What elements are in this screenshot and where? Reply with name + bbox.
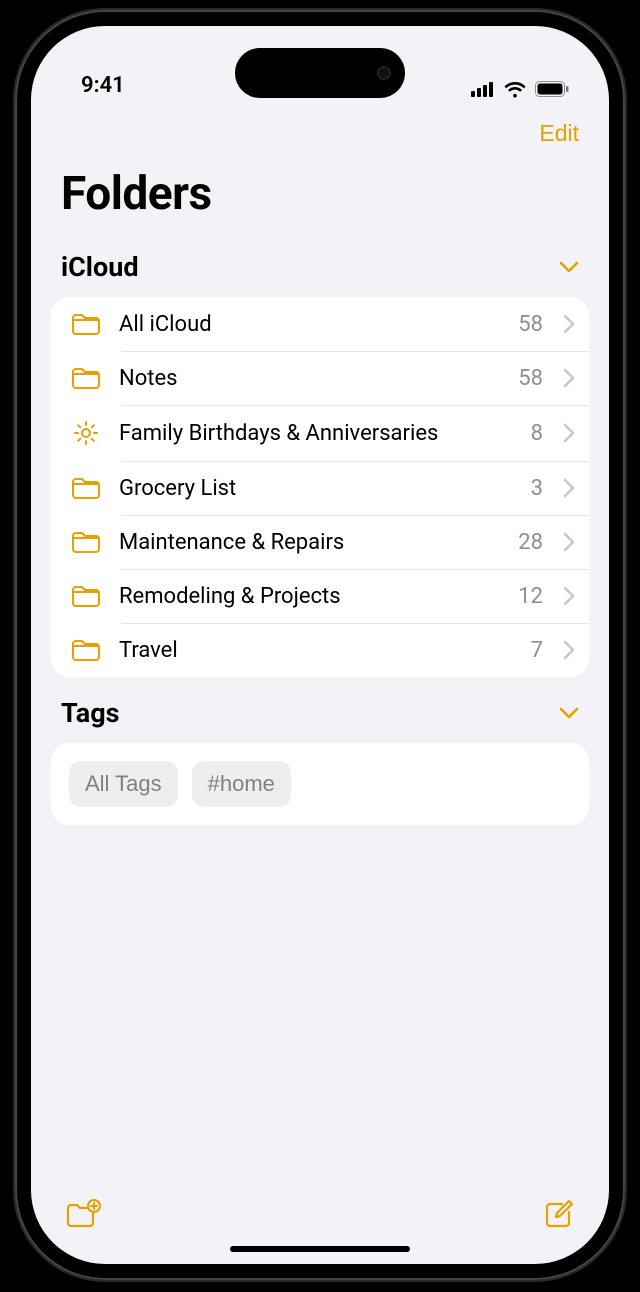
section-header-icloud[interactable]: iCloud xyxy=(31,231,609,289)
folder-count: 28 xyxy=(518,530,543,555)
folder-row[interactable]: All iCloud 58 xyxy=(51,297,589,351)
folder-count: 58 xyxy=(518,366,543,391)
dynamic-island xyxy=(235,48,405,98)
folder-row[interactable]: Maintenance & Repairs 28 xyxy=(51,515,589,569)
cellular-icon xyxy=(471,81,495,97)
folder-count: 8 xyxy=(531,421,543,446)
folder-row[interactable]: Travel 7 xyxy=(51,623,589,677)
gear-icon xyxy=(69,419,103,447)
folder-icon xyxy=(69,583,103,609)
tag-chip[interactable]: #home xyxy=(192,761,291,807)
page-title: Folders xyxy=(31,147,609,231)
folder-label: Remodeling & Projects xyxy=(119,584,502,609)
folder-label: All iCloud xyxy=(119,312,502,337)
folder-label: Notes xyxy=(119,366,502,391)
folder-row[interactable]: Grocery List 3 xyxy=(51,461,589,515)
compose-button[interactable] xyxy=(543,1198,575,1230)
screen: 9:41 Edit Folders iCloud Al xyxy=(31,26,609,1264)
tags-card: All Tags #home xyxy=(51,743,589,825)
folder-icon xyxy=(69,637,103,663)
folder-row[interactable]: Notes 58 xyxy=(51,351,589,405)
section-header-tags[interactable]: Tags xyxy=(31,677,609,735)
folder-icon xyxy=(69,529,103,555)
chevron-right-icon xyxy=(563,586,575,606)
folder-label: Grocery List xyxy=(119,476,515,501)
folder-count: 7 xyxy=(531,638,543,663)
folder-list-icloud: All iCloud 58 Notes 58 Family Birthdays & An… xyxy=(51,297,589,677)
folder-icon xyxy=(69,365,103,391)
chevron-right-icon xyxy=(563,532,575,552)
folder-count: 12 xyxy=(518,584,543,609)
edit-button[interactable]: Edit xyxy=(539,120,579,147)
folder-icon xyxy=(69,311,103,337)
folder-label: Family Birthdays & Anniversaries xyxy=(119,421,515,446)
folder-label: Travel xyxy=(119,638,515,663)
chevron-right-icon xyxy=(563,423,575,443)
chevron-down-icon xyxy=(559,707,579,719)
folder-count: 3 xyxy=(531,476,543,501)
chevron-down-icon xyxy=(559,261,579,273)
nav-bar: Edit xyxy=(31,102,609,147)
folder-icon xyxy=(69,475,103,501)
folder-row[interactable]: Family Birthdays & Anniversaries 8 xyxy=(51,405,589,461)
battery-icon xyxy=(535,81,569,97)
status-time: 9:41 xyxy=(81,73,125,98)
new-folder-button[interactable] xyxy=(65,1199,101,1229)
chevron-right-icon xyxy=(563,314,575,334)
section-header-label: Tags xyxy=(61,697,120,729)
folder-row[interactable]: Remodeling & Projects 12 xyxy=(51,569,589,623)
wifi-icon xyxy=(503,80,527,98)
chevron-right-icon xyxy=(563,478,575,498)
toolbar xyxy=(31,1188,609,1240)
folder-count: 58 xyxy=(518,312,543,337)
home-indicator[interactable] xyxy=(230,1246,410,1252)
chevron-right-icon xyxy=(563,640,575,660)
folder-label: Maintenance & Repairs xyxy=(119,530,502,555)
device-frame: 9:41 Edit Folders iCloud Al xyxy=(15,10,625,1280)
tag-chip[interactable]: All Tags xyxy=(69,761,178,807)
chevron-right-icon xyxy=(563,368,575,388)
section-header-label: iCloud xyxy=(61,251,139,283)
